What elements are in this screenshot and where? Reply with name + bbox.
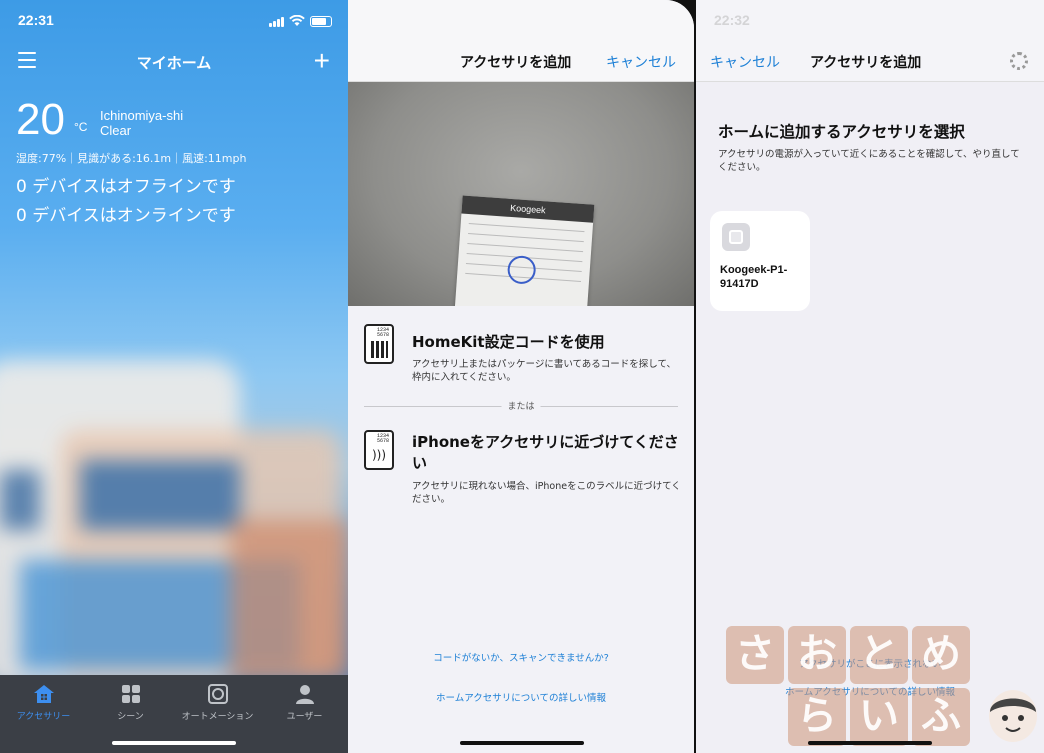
battery-icon [310,15,332,27]
options-sheet: 1234 5678 HomeKit設定コードを使用 アクセサリ上またはパッケージ… [348,306,694,753]
status-bar: 22:31 [0,12,348,32]
status-time: 22:32 [714,12,750,28]
mascot-face-icon [989,690,1037,742]
camera-viewfinder[interactable]: Koogeek [348,82,694,335]
divider-text: または [501,399,541,412]
home-app-screen: 22:31 マイホーム + 20 °C Ichinomiya-shi Clear… [0,0,348,753]
status-bar: 22:32 [696,12,1044,32]
online-count: 0 デバイスはオンラインです [16,206,236,226]
house-icon [33,685,54,703]
header: アクセサリを追加 キャンセル [348,0,694,82]
temperature: 20 [16,95,65,144]
add-accessory-scan-screen: アクセサリを追加 キャンセル Koogeek 1234 5678 HomeKit… [348,0,694,753]
outlet-icon [722,223,750,251]
tab-label: シーン [117,712,144,722]
tab-label: ユーザー [286,712,323,722]
more-info-link[interactable]: ホームアクセサリについての詳しい情報 [348,690,694,704]
tab-users[interactable]: ユーザー [261,675,348,753]
cancel-button[interactable]: キャンセル [606,52,676,72]
option-title: HomeKit設定コードを使用 [412,333,605,351]
option-title: iPhoneをアクセサリに近づけてください [412,433,679,472]
accessory-name: Koogeek-P1-91417D [720,264,788,290]
section-subtext: アクセサリの電源が入っていて近くにあることを確認して、やり直してください。 [718,149,1020,173]
tab-label: オートメーション [181,712,254,722]
tab-accessories[interactable]: アクセサリー [0,675,87,753]
stamp-icon [506,254,537,285]
option-description: アクセサリに現れない場合、iPhoneをこのラベルに近づけてください。 [412,481,681,505]
grid-icon [121,685,140,703]
option-description: アクセサリ上またはパッケージに書いてあるコードを探して、枠内に入れてください。 [412,359,677,383]
card-brand: Koogeek [461,195,595,223]
offline-count: 0 デバイスはオフラインです [16,177,236,197]
automation-icon [207,684,228,704]
loading-spinner-icon [1010,52,1028,70]
home-indicator[interactable] [112,741,236,745]
select-accessory-screen: キャンセル アクセサリを追加 22:32 ホームに追加するアクセサリを選択 アク… [696,0,1044,753]
weather-detail: 湿度:77%｜見識がある:16.1m｜風速:11mph [16,152,247,165]
no-code-link[interactable]: コードがないか、スキャンできませんか? [348,650,694,664]
divider: または [364,399,678,412]
section-heading: ホームに追加するアクセサリを選択 [718,123,965,141]
add-icon[interactable]: + [314,47,330,75]
accessory-tile[interactable]: Koogeek-P1-91417D [710,211,810,311]
home-indicator[interactable] [460,741,584,745]
weather-location: Ichinomiya-shi Clear [100,108,183,138]
wifi-icon [289,15,305,26]
signal-icon [269,16,284,27]
weather-condition: Clear [100,123,132,138]
nav-title: マイホーム [136,54,212,72]
user-icon [295,685,314,704]
nav-bar: マイホーム + [0,47,348,78]
status-time: 22:31 [18,12,54,28]
nfc-icon: 1234 5678))) [364,430,394,470]
page-title: アクセサリを追加 [810,55,922,71]
cancel-button[interactable]: キャンセル [710,52,780,72]
city-name: Ichinomiya-shi [100,108,184,123]
home-indicator[interactable] [808,741,932,745]
temperature-unit: °C [74,120,88,134]
qr-code-icon: 1234 5678 [364,324,394,364]
tab-label: アクセサリー [16,712,71,722]
